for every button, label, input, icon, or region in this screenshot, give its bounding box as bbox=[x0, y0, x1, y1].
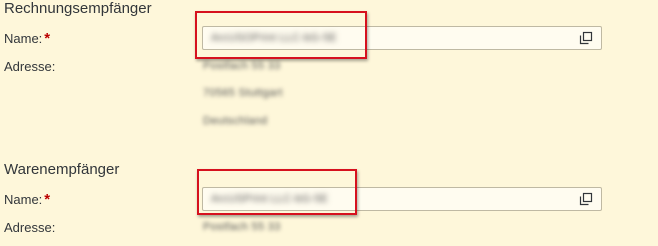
shipping-required-marker: * bbox=[44, 191, 51, 208]
value-help-icon[interactable] bbox=[579, 192, 593, 206]
billing-address-line-3: Deutschland bbox=[203, 115, 268, 127]
billing-name-input[interactable]: ArcUSOPrint LLC-bG-5E bbox=[202, 26, 602, 50]
billing-name-value: ArcUSOPrint LLC-bG-5E bbox=[211, 32, 337, 44]
billing-address-line-1: Postfach 55 33 bbox=[203, 60, 281, 72]
billing-name-label: Name: * bbox=[4, 30, 50, 47]
shipping-address-label: Adresse: bbox=[4, 220, 56, 235]
shipping-name-input[interactable]: ArcUSPrint LLC-bG-5E bbox=[202, 187, 602, 211]
shipping-name-value: ArcUSPrint LLC-bG-5E bbox=[211, 193, 329, 205]
shipping-name-label: Name: * bbox=[4, 191, 50, 208]
shipping-name-label-text: Name: bbox=[4, 192, 43, 207]
billing-address-label: Adresse: bbox=[4, 59, 56, 74]
billing-required-marker: * bbox=[44, 30, 51, 47]
billing-address-line-2: 70565 Stuttgart bbox=[203, 87, 283, 99]
shipping-section-title: Warenempfänger bbox=[4, 161, 120, 178]
shipping-address-line-1: Postfach 55 33 bbox=[203, 221, 281, 233]
billing-section-title: Rechnungsempfänger bbox=[4, 0, 152, 17]
billing-name-label-text: Name: bbox=[4, 31, 43, 46]
value-help-icon[interactable] bbox=[579, 31, 593, 45]
